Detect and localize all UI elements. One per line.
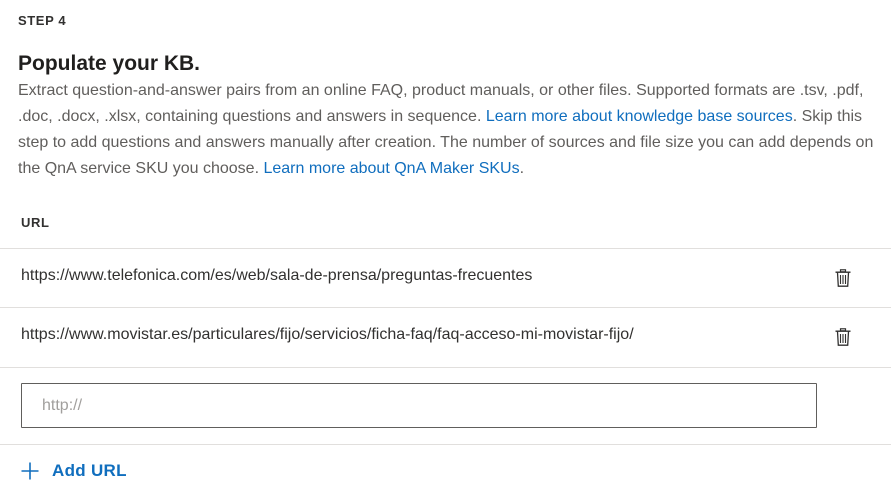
delete-url-button[interactable] [832,267,854,289]
section-description: Extract question-and-answer pairs from a… [18,78,878,182]
url-column-header: URL [21,215,50,230]
kb-sources-link[interactable]: Learn more about knowledge base sources [486,108,793,125]
trash-icon [835,328,851,346]
step-label: STEP 4 [18,13,67,28]
add-url-button[interactable]: Add URL [21,458,127,484]
trash-icon [835,269,851,287]
url-text: https://www.movistar.es/particulares/fij… [21,326,634,343]
url-text: https://www.telefonica.com/es/web/sala-d… [21,267,533,284]
table-divider [0,444,891,445]
section-title: Populate your KB. [18,52,201,75]
description-text-3: . [519,160,525,177]
qna-skus-link[interactable]: Learn more about QnA Maker SKUs [263,160,519,177]
populate-kb-step: STEP 4 Populate your KB. Extract questio… [0,0,895,496]
url-row: https://www.telefonica.com/es/web/sala-d… [0,249,891,307]
plus-icon [21,462,39,480]
table-divider [0,367,891,368]
new-url-input[interactable] [21,383,817,428]
add-url-label: Add URL [52,461,127,480]
url-row: https://www.movistar.es/particulares/fij… [0,308,891,366]
delete-url-button[interactable] [832,326,854,348]
